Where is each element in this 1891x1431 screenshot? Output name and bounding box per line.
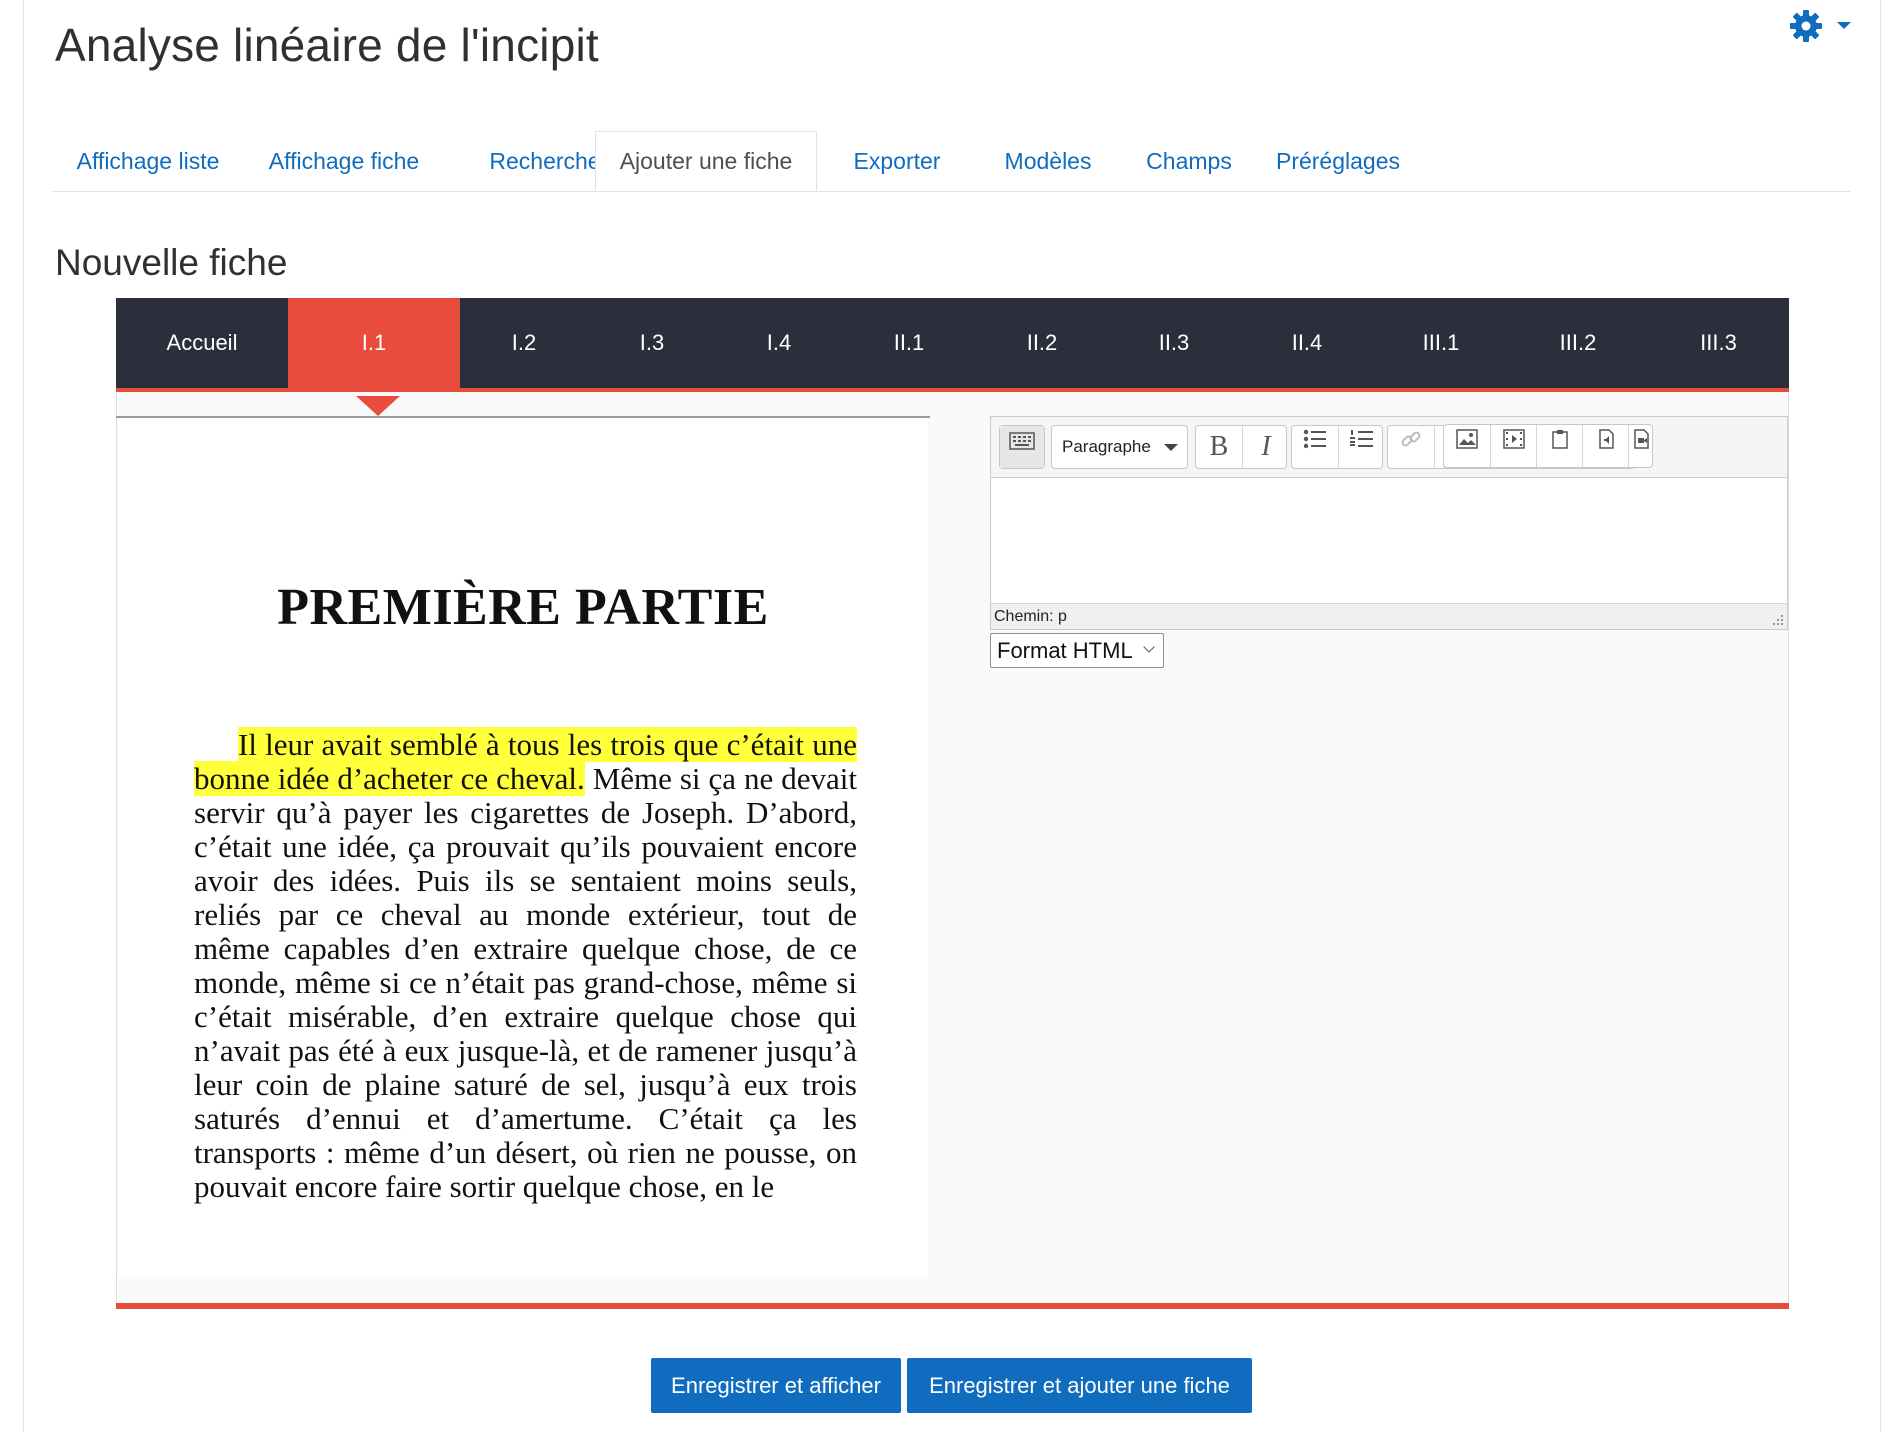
ordered-list-icon[interactable] — [1338, 426, 1385, 468]
tab-champs[interactable]: Champs — [1119, 131, 1259, 191]
link-icon[interactable] — [1388, 426, 1434, 468]
manage-files-icon[interactable] — [1536, 425, 1583, 467]
text-editor: Paragraphe B I Chemin: p — [990, 416, 1788, 630]
tab-modeles[interactable]: Modèles — [977, 131, 1119, 191]
toolbar-group-style: B I — [1195, 425, 1287, 469]
tab-exporter[interactable]: Exporter — [817, 131, 977, 191]
audio-record-icon[interactable] — [1582, 425, 1629, 467]
toolbar-group-lists — [1291, 425, 1383, 469]
toolbar-group-collapse — [999, 425, 1045, 469]
keyboard-icon[interactable] — [1000, 426, 1044, 468]
chevron-down-icon — [1143, 641, 1155, 653]
resize-handle-icon[interactable] — [1769, 613, 1785, 627]
content-bottom-border — [116, 1303, 1789, 1309]
page: Analyse linéaire de l'incipit Affichage … — [0, 0, 1891, 1431]
editor-content-area[interactable] — [991, 478, 1787, 603]
pager-item-iii-1[interactable]: III.1 — [1374, 298, 1508, 388]
save-and-add-button[interactable]: Enregistrer et ajouter une fiche — [907, 1358, 1252, 1413]
pager-item-accueil[interactable]: Accueil — [116, 298, 288, 388]
active-section-pointer — [356, 396, 400, 416]
gear-icon[interactable] — [1786, 6, 1826, 46]
pager-item-ii-3[interactable]: II.3 — [1108, 298, 1240, 388]
pager-item-iii-2[interactable]: III.2 — [1508, 298, 1648, 388]
save-and-display-button[interactable]: Enregistrer et afficher — [651, 1358, 901, 1413]
pager-item-i-3[interactable]: I.3 — [588, 298, 716, 388]
section-pager: Accueil I.1 I.2 I.3 I.4 II.1 II.2 II.3 I… — [116, 298, 1789, 388]
excerpt-body: Même si ça ne devait servir qu’à payer l… — [194, 761, 857, 1204]
excerpt-heading: PREMIÈRE PARTIE — [277, 579, 769, 636]
editor-toolbar: Paragraphe B I — [991, 417, 1787, 478]
tab-bar: Affichage liste Affichage fiche Recherch… — [53, 131, 1850, 192]
dropdown-arrow-icon — [1164, 444, 1178, 451]
block-format-label: Paragraphe — [1062, 437, 1151, 456]
unordered-list-icon[interactable] — [1292, 426, 1338, 468]
image-icon[interactable] — [1444, 425, 1490, 467]
tab-affichage-liste[interactable]: Affichage liste — [53, 131, 243, 191]
pager-item-ii-4[interactable]: II.4 — [1240, 298, 1374, 388]
pager-item-ii-1[interactable]: II.1 — [842, 298, 976, 388]
format-select-value: Format HTML — [997, 638, 1133, 663]
pager-item-i-1[interactable]: I.1 — [288, 298, 460, 388]
chevron-down-icon[interactable] — [1837, 22, 1851, 29]
format-select[interactable]: Format HTML — [990, 633, 1164, 668]
page-title: Analyse linéaire de l'incipit — [55, 19, 599, 71]
video-record-icon[interactable] — [1628, 425, 1655, 467]
tab-prereglages[interactable]: Préréglages — [1243, 131, 1433, 191]
text-excerpt: PREMIÈRE PARTIE Il leur avait semblé à t… — [118, 418, 928, 1276]
tab-affichage-fiche[interactable]: Affichage fiche — [245, 131, 443, 191]
excerpt-paragraph: Il leur avait semblé à tous les trois qu… — [194, 727, 857, 1204]
pager-item-ii-2[interactable]: II.2 — [976, 298, 1108, 388]
block-format-select[interactable]: Paragraphe — [1051, 425, 1188, 469]
section-title: Nouvelle fiche — [55, 242, 288, 283]
page-border-left — [23, 0, 24, 1431]
editor-path: Chemin: p — [991, 603, 1787, 629]
pager-item-iii-3[interactable]: III.3 — [1648, 298, 1789, 388]
bold-button[interactable]: B — [1196, 426, 1242, 468]
pager-item-i-4[interactable]: I.4 — [716, 298, 842, 388]
tab-ajouter-une-fiche[interactable]: Ajouter une fiche — [595, 131, 817, 191]
pager-item-i-2[interactable]: I.2 — [460, 298, 588, 388]
italic-button[interactable]: I — [1242, 426, 1289, 468]
page-border-right — [1880, 0, 1881, 1431]
toolbar-group-media — [1443, 424, 1653, 468]
media-icon[interactable] — [1490, 425, 1537, 467]
